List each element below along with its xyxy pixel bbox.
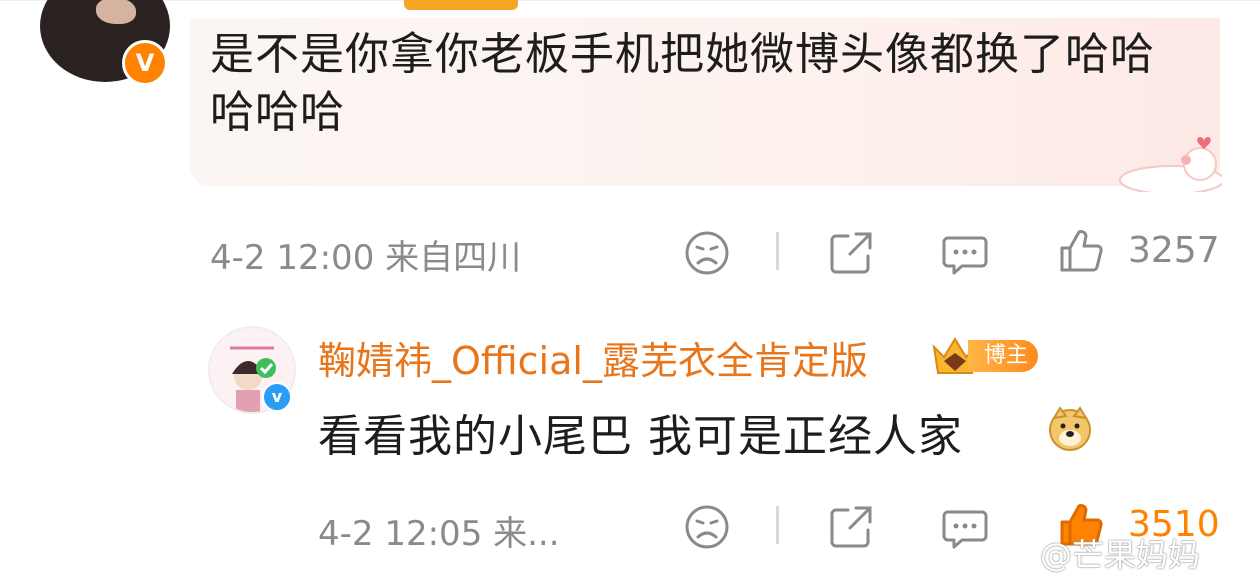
share-icon[interactable] (826, 502, 876, 552)
share-icon[interactable] (826, 228, 876, 278)
watermark: @芒果妈妈 (1040, 536, 1201, 574)
like-icon[interactable] (1056, 226, 1106, 276)
comment-icon[interactable] (940, 502, 990, 552)
verified-badge-icon: v (262, 382, 292, 412)
comment-text: 看看我的小尾巴 我可是正经人家 (318, 411, 963, 462)
doge-emoji-icon (1049, 406, 1091, 451)
like-count: 3257 (1128, 230, 1220, 271)
comment-text: 是不是你拿你老板手机把她微博头像都换了哈哈哈哈哈 (210, 29, 1155, 138)
sad-face-icon[interactable] (682, 502, 732, 552)
divider (776, 232, 779, 270)
comment-meta: 4-2 12:00 来自四川 (210, 238, 522, 278)
divider (776, 506, 779, 544)
scroll-indicator (404, 0, 518, 10)
username[interactable]: 鞠婧祎_Official_露芜衣全肯定版 (318, 330, 868, 385)
verified-badge-icon: V (122, 40, 168, 86)
sad-face-icon[interactable] (682, 228, 732, 278)
comment-meta: 4-2 12:05 来... (318, 514, 560, 554)
blogger-badge: 博主 (968, 340, 1039, 372)
top-divider (0, 0, 1260, 1)
comment-icon[interactable] (940, 228, 990, 278)
